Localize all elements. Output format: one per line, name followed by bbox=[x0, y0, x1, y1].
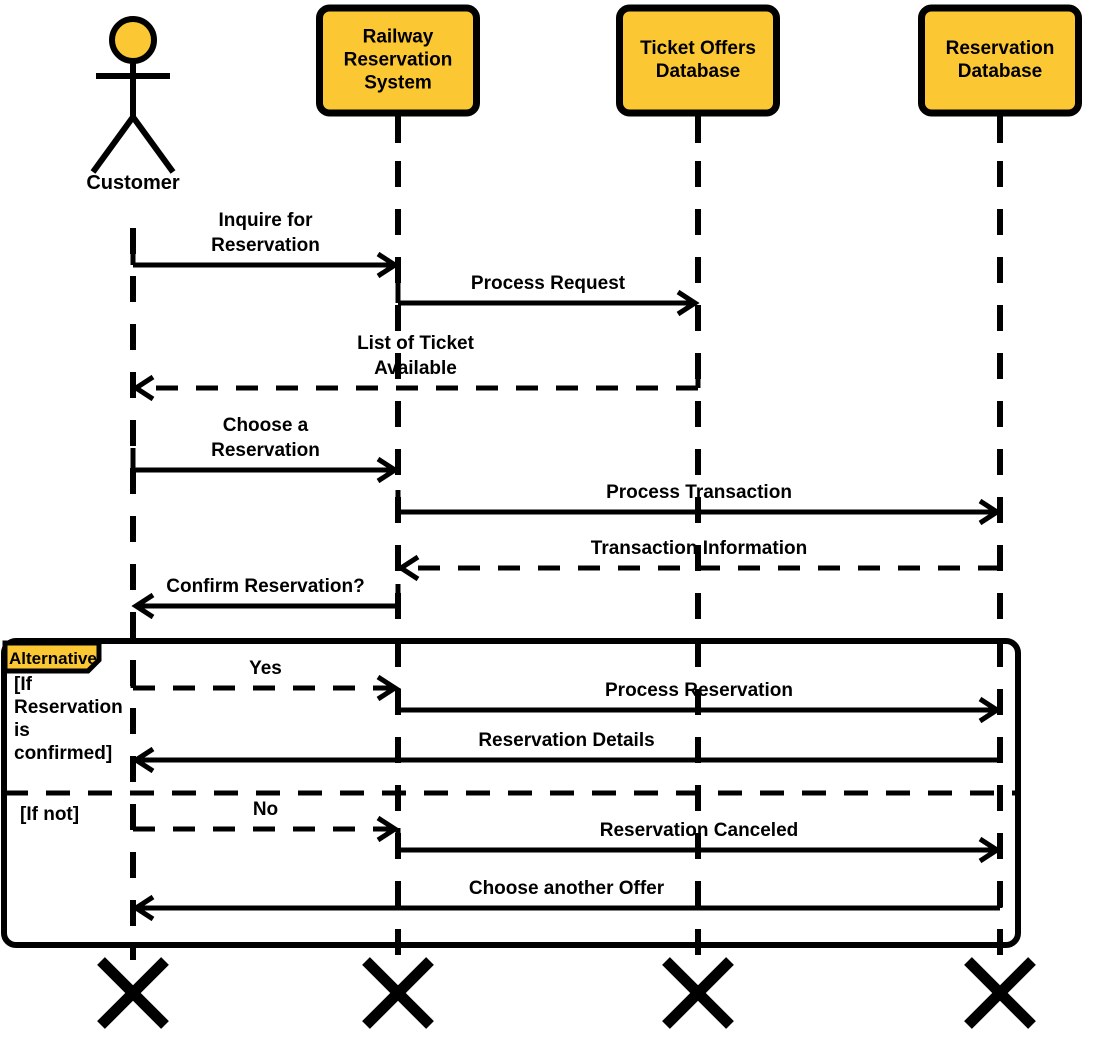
message-label-m13: Choose another Offer bbox=[469, 878, 665, 899]
message-label-m6: Transaction Information bbox=[591, 538, 807, 559]
message-m4[interactable]: Choose a Reservation bbox=[130, 415, 400, 484]
actor-right-leg-line bbox=[130, 115, 176, 174]
message-label-m3: Available bbox=[374, 358, 457, 379]
participant-label-resdb: Reservation bbox=[946, 38, 1055, 59]
message-label-m2: Process Request bbox=[471, 273, 626, 294]
message-m1[interactable]: Inquire for Reservation bbox=[130, 210, 400, 279]
message-label-m12: Reservation Canceled bbox=[600, 820, 799, 841]
destroy-resdb bbox=[964, 957, 1036, 1029]
actor-left-leg-line bbox=[90, 115, 136, 174]
message-label-m1: Reservation bbox=[211, 235, 320, 256]
guard-yes-line: [If bbox=[14, 674, 33, 695]
participant-ticketdb[interactable]: Ticket OffersDatabase bbox=[616, 4, 780, 117]
message-m2[interactable]: Process Request bbox=[395, 273, 700, 317]
message-arrowhead-m6 bbox=[396, 554, 420, 582]
message-m11[interactable]: No bbox=[130, 799, 400, 843]
destruction-markers-layer bbox=[97, 957, 1036, 1029]
fragment-operator-label: Alternative bbox=[9, 649, 97, 668]
message-label-m10: Reservation Details bbox=[478, 730, 654, 751]
message-m13[interactable]: Choose another Offer bbox=[131, 878, 1003, 922]
guard-yes: [If Reservationisconfirmed] bbox=[14, 674, 123, 764]
message-label-m3: List of Ticket bbox=[357, 333, 475, 354]
message-arrowhead-m3 bbox=[131, 374, 155, 402]
guard-no-line: [If not] bbox=[20, 804, 79, 825]
destroy-ticketdb bbox=[662, 957, 734, 1029]
message-label-m8: Yes bbox=[249, 658, 282, 679]
destroy-customer bbox=[97, 957, 169, 1029]
guard-no: [If not] bbox=[20, 804, 79, 825]
participant-label-ticketdb: Database bbox=[656, 61, 741, 82]
message-m3[interactable]: List of Ticket Available bbox=[131, 333, 701, 402]
message-m10[interactable]: Reservation Details bbox=[131, 730, 1003, 774]
message-label-m1: Inquire for bbox=[219, 210, 314, 231]
message-label-m9: Process Reservation bbox=[605, 680, 793, 701]
message-m6[interactable]: Transaction Information bbox=[396, 538, 1003, 582]
guard-yes-line: Reservation bbox=[14, 697, 123, 718]
participant-label-railway: System bbox=[364, 73, 432, 94]
destroy-railway bbox=[362, 957, 434, 1029]
guard-yes-line: is bbox=[14, 720, 30, 741]
message-m7[interactable]: Confirm Reservation? bbox=[131, 576, 401, 620]
message-label-m7: Confirm Reservation? bbox=[166, 576, 364, 597]
participant-label-railway: Railway bbox=[363, 27, 434, 48]
messages-layer: Inquire for Reservation Process Request Lis… bbox=[130, 210, 1003, 922]
message-label-m4: Reservation bbox=[211, 440, 320, 461]
message-m8[interactable]: Yes bbox=[130, 658, 400, 702]
participant-label-resdb: Database bbox=[958, 61, 1043, 82]
sequence-diagram-svg: Alternative[IfReservationisconfirmed][If… bbox=[1, 4, 1082, 1029]
participant-railway[interactable]: RailwayReservationSystem bbox=[316, 4, 480, 117]
guard-yes-line: confirmed] bbox=[14, 743, 112, 764]
actor-label-customer: Customer bbox=[86, 172, 180, 194]
participant-label-railway: Reservation bbox=[344, 50, 453, 71]
combined-fragment-layer: Alternative[IfReservationisconfirmed][If… bbox=[1, 638, 1021, 948]
sequence-diagram-canvas: Alternative [If Reservation is confirmed] [If… bbox=[0, 0, 1095, 1048]
participant-label-ticketdb: Ticket Offers bbox=[640, 38, 756, 59]
message-label-m5: Process Transaction bbox=[606, 482, 792, 503]
participant-customer[interactable]: Customer bbox=[86, 16, 180, 250]
participant-resdb[interactable]: ReservationDatabase bbox=[918, 4, 1082, 117]
message-label-m4: Choose a bbox=[223, 415, 309, 436]
message-label-m11: No bbox=[253, 799, 278, 820]
actor-head-icon bbox=[109, 16, 157, 64]
